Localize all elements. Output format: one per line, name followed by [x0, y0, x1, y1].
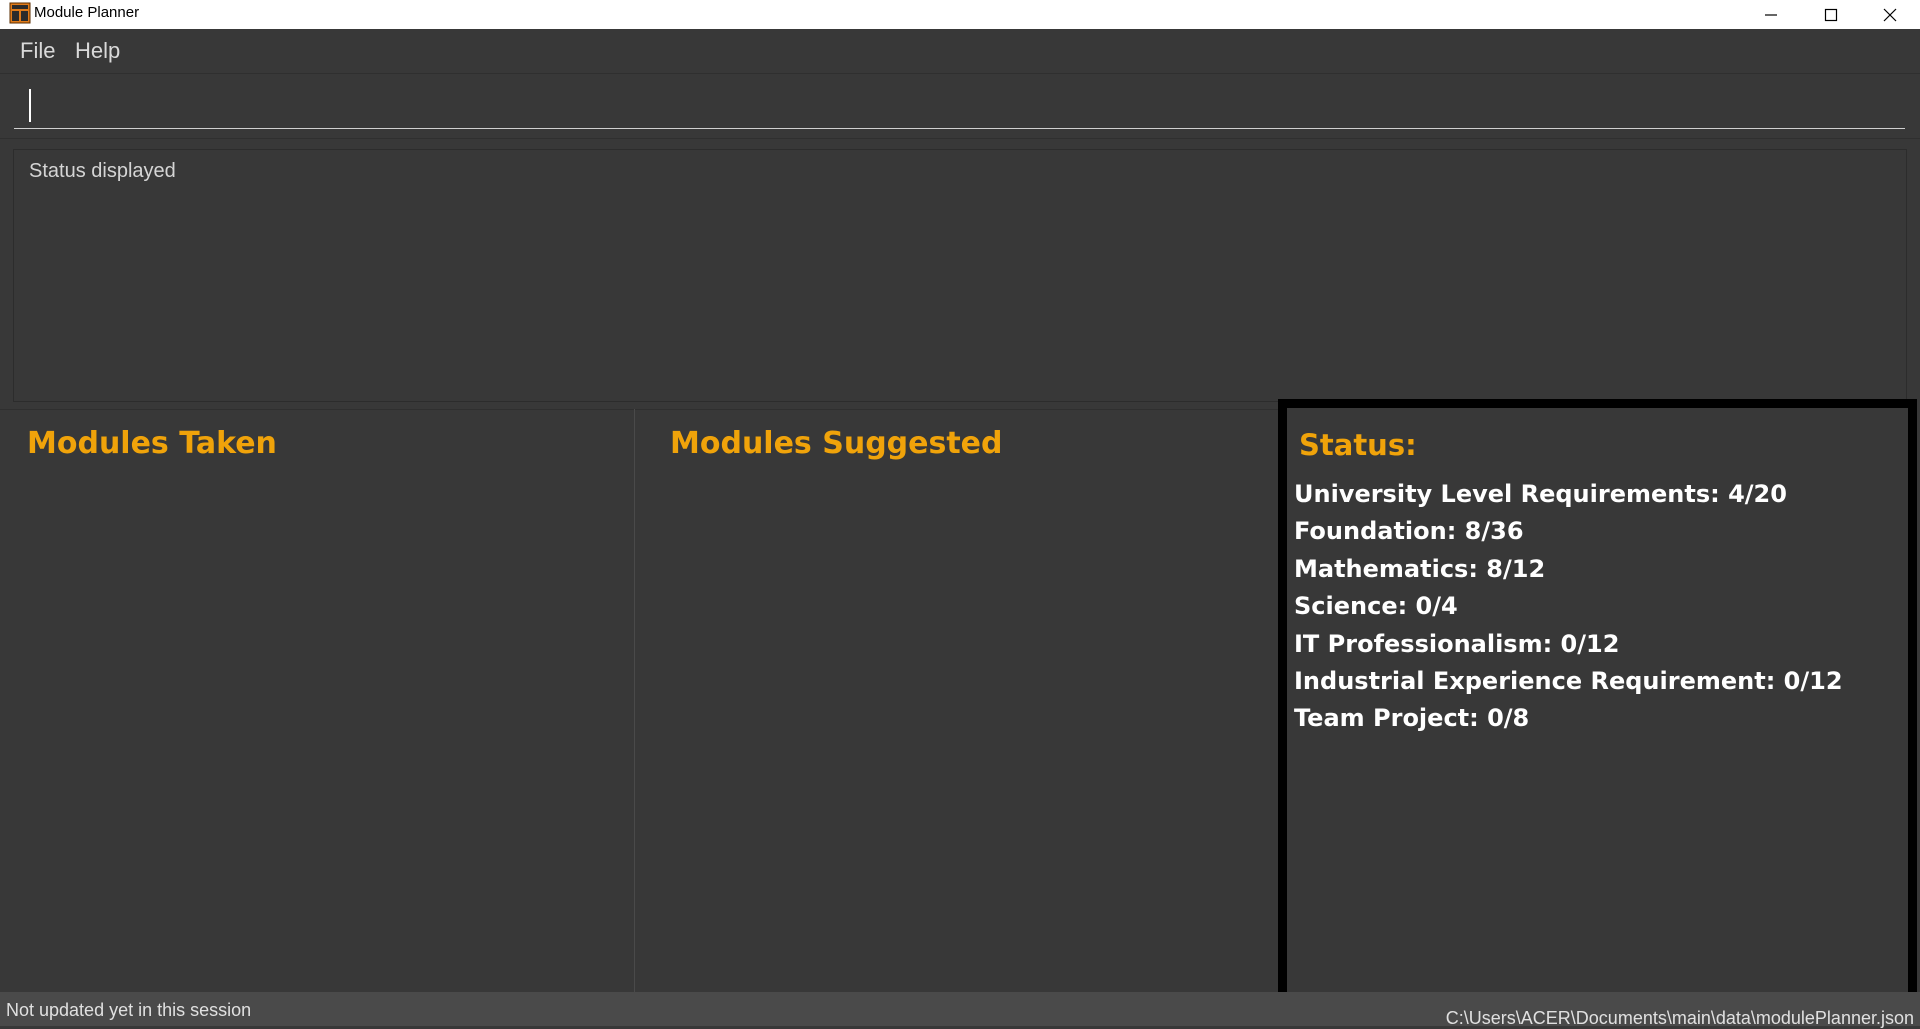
maximize-button[interactable] — [1801, 0, 1861, 29]
close-icon — [1883, 8, 1897, 21]
command-input[interactable] — [14, 84, 1905, 129]
command-box — [0, 73, 1920, 138]
minimize-button[interactable] — [1741, 0, 1801, 29]
requirement-item: IT Professionalism: 0/12 — [1294, 629, 1620, 658]
close-button[interactable] — [1860, 0, 1920, 29]
result-display[interactable]: Status displayed — [13, 149, 1907, 402]
minimize-icon — [1765, 13, 1777, 16]
requirements-list: University Level Requirements: 4/20 Foun… — [1294, 476, 1843, 738]
menu-help[interactable]: Help — [75, 38, 120, 64]
menu-bar: File Help — [0, 29, 1920, 73]
status-bar: Not updated yet in this session C:\Users… — [0, 992, 1920, 1028]
maximize-icon — [1824, 8, 1838, 21]
app-window-icon — [9, 2, 31, 24]
modules-suggested-panel: Modules Suggested — [635, 409, 1278, 993]
modules-taken-title: Modules Taken — [27, 426, 277, 461]
requirement-item: Industrial Experience Requirement: 0/12 — [1294, 666, 1843, 695]
modules-suggested-title: Modules Suggested — [670, 426, 1003, 461]
menu-file[interactable]: File — [20, 38, 55, 64]
modules-taken-panel: Modules Taken — [0, 409, 634, 993]
requirement-item: Foundation: 8/36 — [1294, 517, 1524, 546]
requirement-item: Mathematics: 8/12 — [1294, 554, 1546, 583]
requirement-item: Team Project: 0/8 — [1294, 704, 1530, 733]
text-caret — [29, 89, 31, 122]
result-display-container: Status displayed — [0, 138, 1920, 408]
status-panel: Status: University Level Requirements: 4… — [1278, 399, 1917, 1012]
result-text: Status displayed — [29, 160, 176, 182]
status-title: Status: — [1299, 428, 1417, 462]
sync-status: Not updated yet in this session — [6, 1000, 252, 1020]
requirement-item: Science: 0/4 — [1294, 592, 1458, 621]
requirement-item: University Level Requirements: 4/20 — [1294, 480, 1787, 508]
title-bar: Module Planner — [0, 0, 1920, 29]
window-title: Module Planner — [34, 4, 140, 21]
